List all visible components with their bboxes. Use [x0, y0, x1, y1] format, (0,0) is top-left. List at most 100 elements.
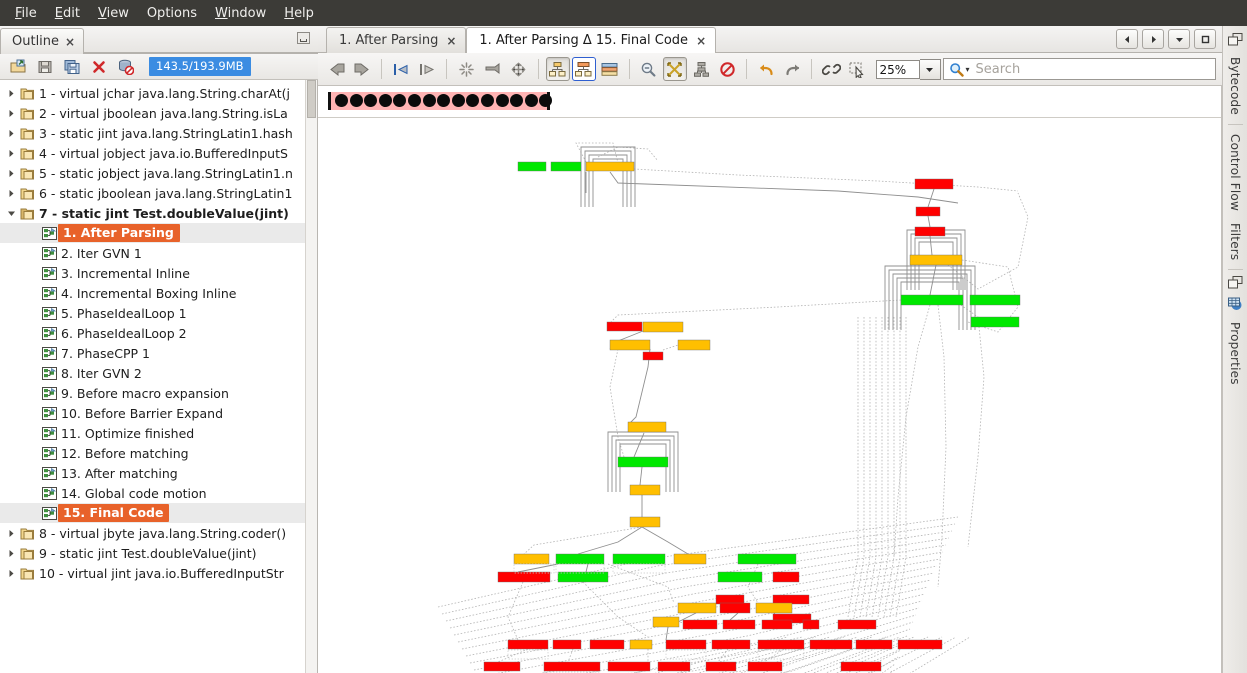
graph-node[interactable] — [507, 639, 549, 650]
graph-node[interactable] — [629, 516, 661, 528]
graph-node[interactable] — [609, 339, 651, 351]
windows-cascade-icon-lower[interactable] — [1227, 276, 1243, 292]
graph-node[interactable] — [682, 619, 718, 630]
tree-group-row[interactable]: 8 - virtual jbyte java.lang.String.coder… — [0, 523, 317, 543]
graph-node[interactable] — [914, 178, 954, 190]
menu-view[interactable]: View — [89, 3, 138, 24]
search-input[interactable] — [973, 60, 1211, 78]
tab-list-dropdown-button[interactable] — [1168, 29, 1190, 49]
undo-button[interactable] — [754, 57, 778, 81]
tree-group-row[interactable]: 1 - virtual jchar java.lang.String.charA… — [0, 83, 317, 103]
tree-graph-row[interactable]: 11. Optimize finished — [0, 423, 317, 443]
tree-group-row[interactable]: 9 - static jint Test.doubleValue(jint) — [0, 543, 317, 563]
graph-node[interactable] — [673, 553, 707, 565]
show-all-button[interactable] — [507, 57, 531, 81]
cluster-node-dot[interactable] — [393, 94, 407, 107]
tree-graph-row[interactable]: 12. Before matching — [0, 443, 317, 463]
chevron-right-icon[interactable] — [4, 109, 18, 118]
graph-node[interactable] — [483, 661, 521, 672]
dock-tab-bytecode[interactable]: Bytecode — [1228, 51, 1242, 121]
graph-node[interactable] — [627, 421, 667, 433]
graph-node[interactable] — [772, 571, 800, 583]
dock-tab-filters[interactable]: Filters — [1228, 217, 1242, 266]
cluster-node-dot[interactable] — [422, 94, 436, 107]
cluster-node-dot[interactable] — [510, 94, 524, 107]
graph-node[interactable] — [840, 661, 882, 672]
compiler-graph-drawing[interactable] — [318, 117, 1221, 673]
graph-node[interactable] — [677, 339, 711, 351]
graph-node[interactable] — [915, 206, 941, 217]
graph-node[interactable] — [717, 571, 763, 583]
tree-graph-row[interactable]: 5. PhaseIdealLoop 1 — [0, 303, 317, 323]
graph-node[interactable] — [543, 661, 601, 672]
graph-node[interactable] — [722, 619, 756, 630]
menu-options[interactable]: Options — [138, 3, 206, 24]
graph-view[interactable] — [318, 86, 1222, 673]
cluster-layout-button[interactable] — [571, 57, 596, 81]
graph-node[interactable] — [617, 456, 669, 468]
chevron-down-icon[interactable] — [4, 209, 18, 218]
graph-node[interactable] — [837, 619, 877, 630]
first-graph-button[interactable] — [389, 57, 413, 81]
tree-group-row[interactable]: 5 - static jobject java.lang.StringLatin… — [0, 163, 317, 183]
graph-node[interactable] — [909, 254, 963, 266]
graph-node[interactable] — [711, 639, 751, 650]
chevron-right-icon[interactable] — [4, 569, 18, 578]
cluster-node-dot[interactable] — [364, 94, 378, 107]
graph-node[interactable] — [897, 639, 943, 650]
prev-graph-button[interactable] — [324, 57, 348, 81]
graph-node[interactable] — [970, 316, 1020, 328]
graph-node[interactable] — [737, 553, 797, 565]
save-all-icon[interactable] — [60, 56, 84, 78]
graph-node[interactable] — [900, 294, 964, 306]
graph-node[interactable] — [761, 619, 793, 630]
cluster-node-dot[interactable] — [524, 94, 538, 107]
graph-node[interactable] — [705, 661, 737, 672]
graph-node[interactable] — [855, 639, 893, 650]
graph-node[interactable] — [914, 226, 946, 237]
tree-graph-row[interactable]: 8. Iter GVN 2 — [0, 363, 317, 383]
tree-group-row[interactable]: 7 - static jint Test.doubleValue(jint) — [0, 203, 317, 223]
clear-button[interactable] — [715, 57, 739, 81]
graph-node[interactable] — [517, 161, 547, 172]
graph-node[interactable] — [802, 619, 820, 630]
editor-tab-close-icon[interactable]: × — [446, 35, 456, 47]
graph-node[interactable] — [585, 161, 635, 172]
stable-layout-button[interactable] — [598, 57, 622, 81]
redo-button[interactable] — [780, 57, 804, 81]
cluster-node-dot[interactable] — [437, 94, 451, 107]
menu-help[interactable]: Help — [275, 3, 323, 24]
cluster-node-dot[interactable] — [378, 94, 392, 107]
cluster-node-dot[interactable] — [451, 94, 465, 107]
chevron-right-icon[interactable] — [4, 529, 18, 538]
next-graph-button[interactable] — [350, 57, 374, 81]
chevron-right-icon[interactable] — [4, 169, 18, 178]
open-icon[interactable] — [6, 56, 30, 78]
cluster-node-dot[interactable] — [408, 94, 421, 107]
windows-cascade-icon[interactable] — [1227, 33, 1243, 49]
graph-node[interactable] — [665, 639, 707, 650]
cluster-node-dot[interactable] — [349, 94, 363, 107]
menu-file[interactable]: File — [6, 3, 46, 24]
graph-node[interactable] — [719, 602, 751, 614]
graph-node[interactable] — [642, 321, 684, 333]
tree-graph-row[interactable]: 9. Before macro expansion — [0, 383, 317, 403]
hierarchical-layout-button[interactable] — [545, 57, 570, 81]
graph-node[interactable] — [969, 294, 1021, 306]
graph-node[interactable] — [629, 639, 653, 650]
tree-group-row[interactable]: 3 - static jint java.lang.StringLatin1.h… — [0, 123, 317, 143]
scroll-tabs-right-button[interactable] — [1142, 29, 1164, 49]
chevron-right-icon[interactable] — [4, 89, 18, 98]
tree-graph-row[interactable]: 10. Before Barrier Expand — [0, 403, 317, 423]
hide-nodes-button[interactable] — [480, 57, 504, 81]
minimize-outline-button[interactable] — [297, 32, 310, 44]
graph-node[interactable] — [513, 553, 550, 565]
graph-node[interactable] — [755, 602, 793, 614]
tree-graph-row[interactable]: 4. Incremental Boxing Inline — [0, 283, 317, 303]
graph-node[interactable] — [612, 553, 666, 565]
zoom-out-button[interactable] — [637, 57, 661, 81]
tab-outline[interactable]: Outline × — [0, 28, 85, 54]
dock-tab-control-flow[interactable]: Control Flow — [1228, 128, 1242, 217]
graph-node[interactable] — [772, 594, 810, 605]
save-icon[interactable] — [33, 56, 57, 78]
